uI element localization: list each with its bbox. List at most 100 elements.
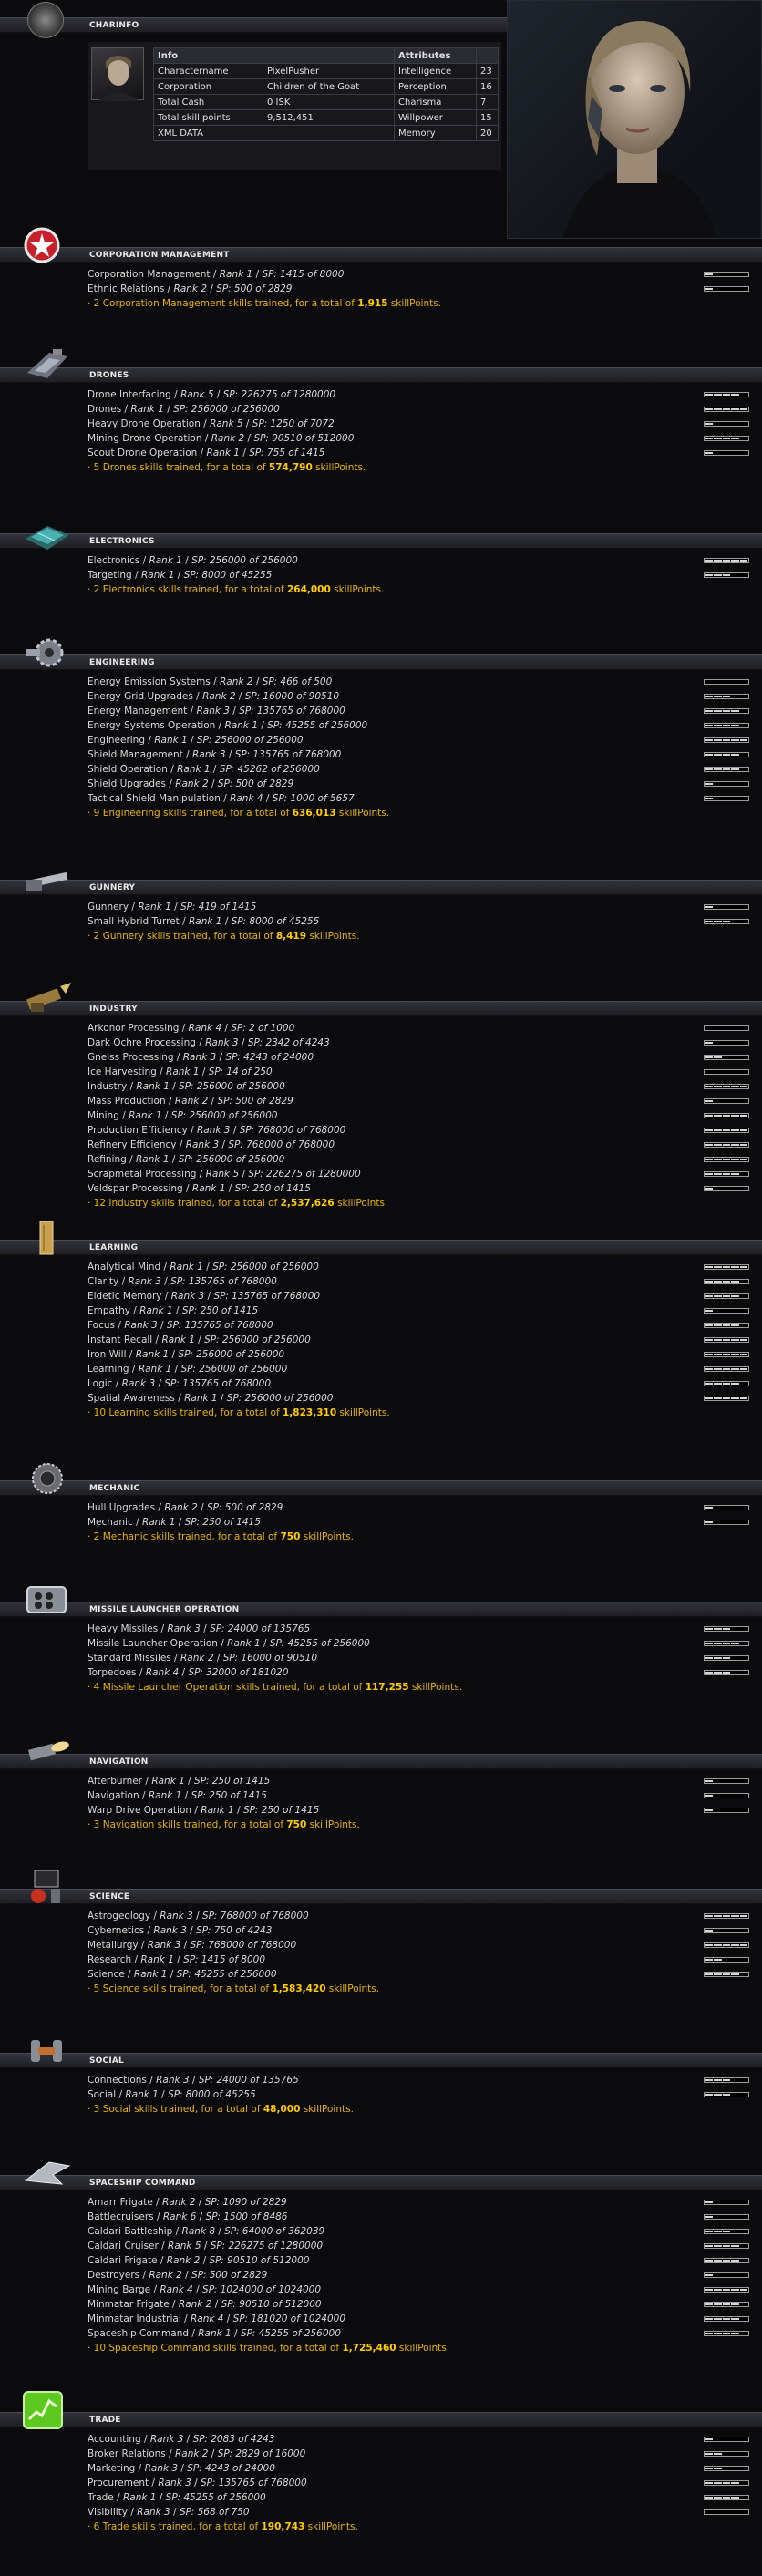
skill-points: SP: 45255 of 256000 xyxy=(165,2492,266,2503)
skill-rank: Rank 3 xyxy=(137,2507,170,2518)
summary-suffix: skillPoints. xyxy=(334,1198,388,1209)
skill-rank: Rank 1 xyxy=(224,720,259,731)
summary-total: 574,790 xyxy=(268,462,313,473)
skill-rank: Rank 4 xyxy=(145,1667,180,1678)
skill-rank: Rank 1 xyxy=(130,404,164,415)
xml-data-link[interactable]: XML DATA xyxy=(153,125,263,141)
skill-name: Amarr Frigate xyxy=(88,2197,153,2208)
skill-group-title: INDUSTRY xyxy=(89,1005,138,1014)
skill-name: Arkonor Processing xyxy=(88,1023,180,1034)
skill-row: Caldari Cruiser / Rank 5 / SP: 226275 of… xyxy=(88,2241,324,2251)
skill-name: Marketing xyxy=(88,2463,136,2474)
skill-group-header: GUNNERY xyxy=(0,880,762,895)
skill-points: SP: 90510 of 512000 xyxy=(209,2255,310,2266)
skill-rank: Rank 3 xyxy=(170,1291,205,1302)
gunnery-turret-icon xyxy=(22,858,73,903)
skill-row: Ethnic Relations / Rank 2 / SP: 500 of 2… xyxy=(88,283,293,294)
skill-rank: Rank 5 xyxy=(210,418,243,429)
skill-points: SP: 466 of 500 xyxy=(262,676,333,687)
skill-row: Broker Relations / Rank 2 / SP: 2829 of … xyxy=(88,2448,306,2459)
skill-rank: Rank 2 xyxy=(180,1653,214,1664)
skill-name: Broker Relations xyxy=(88,2448,166,2459)
skill-name: Iron Will xyxy=(88,1349,127,1360)
skill-rank: Rank 2 xyxy=(211,433,245,444)
skill-points: SP: 256000 of 256000 xyxy=(212,1262,319,1273)
skill-rank: Rank 1 xyxy=(136,1154,170,1165)
skill-name: Afterburner xyxy=(88,1776,143,1787)
skill-group-header: TRADE xyxy=(0,2412,762,2427)
summary-text: · 2 Electronics skills trained, for a to… xyxy=(88,584,287,595)
summary-text: · 3 Social skills trained, for a total o… xyxy=(88,2104,263,2115)
skill-rank: Rank 2 xyxy=(174,2448,209,2459)
skill-group-header: CORPORATION MANAGEMENT xyxy=(0,247,762,263)
skill-points: SP: 2083 of 4243 xyxy=(192,2434,275,2445)
skill-group-summary: · 3 Social skills trained, for a total o… xyxy=(88,2102,762,2117)
skill-name: Industry xyxy=(88,1081,128,1092)
skill-rank: Rank 1 xyxy=(189,916,222,927)
skill-rank: Rank 3 xyxy=(153,1925,187,1936)
skill-name: Electronics xyxy=(88,555,140,566)
attribute-label: Charisma xyxy=(394,94,477,110)
skill-name: Ice Harvesting xyxy=(88,1066,157,1077)
skill-name: Production Efficiency xyxy=(88,1125,188,1136)
skill-row: Refining / Rank 1 / SP: 256000 of 256000 xyxy=(88,1154,285,1165)
summary-total: 190,743 xyxy=(261,2521,305,2532)
skill-points: SP: 226275 of 1280000 xyxy=(222,389,336,400)
skill-row: Dark Ochre Processing / Rank 3 / SP: 234… xyxy=(88,1037,330,1048)
skill-points: SP: 16000 of 90510 xyxy=(244,691,340,702)
skill-name: Scout Drone Operation xyxy=(88,448,198,459)
summary-suffix: skillPoints. xyxy=(306,1819,360,1830)
skill-rank: Rank 3 xyxy=(149,2434,184,2445)
trade-chart-icon xyxy=(22,2390,73,2436)
skill-group-title: ENGINEERING xyxy=(89,658,155,667)
skill-row: Gunnery / Rank 1 / SP: 419 of 1415 xyxy=(88,902,257,912)
skill-row: Navigation / Rank 1 / SP: 250 of 1415 xyxy=(88,1790,267,1801)
skill-points: SP: 2829 of 16000 xyxy=(217,2448,306,2459)
skill-row: Analytical Mind / Rank 1 / SP: 256000 of… xyxy=(88,1262,319,1273)
skill-rank: Rank 2 xyxy=(166,2255,201,2266)
skill-name: Corporation Management xyxy=(88,269,211,280)
info-header: Info xyxy=(153,47,263,64)
skill-group-header: INDUSTRY xyxy=(0,1001,762,1016)
skill-rank: Rank 2 xyxy=(149,2270,182,2281)
skill-points: SP: 250 of 1415 xyxy=(184,1517,261,1528)
skill-points: SP: 768000 of 768000 xyxy=(201,1911,309,1922)
skill-row: Corporation Management / Rank 1 / SP: 14… xyxy=(88,269,345,280)
skill-points: SP: 1415 of 8000 xyxy=(183,1954,266,1965)
skill-row: Missile Launcher Operation / Rank 1 / SP… xyxy=(88,1638,370,1649)
summary-text: · 10 Spaceship Command skills trained, f… xyxy=(88,2343,343,2354)
skill-row: Heavy Missiles / Rank 3 / SP: 24000 of 1… xyxy=(88,1623,311,1634)
skill-group-header: MECHANIC xyxy=(0,1480,762,1496)
skill-row: Destroyers / Rank 2 / SP: 500 of 2829 xyxy=(88,2270,268,2281)
skill-group-title: MECHANIC xyxy=(89,1484,140,1493)
skill-name: Caldari Battleship xyxy=(88,2226,173,2237)
skill-name: Hull Upgrades xyxy=(88,1502,156,1513)
charinfo-emblem-icon xyxy=(27,2,64,38)
skill-row: Mass Production / Rank 2 / SP: 500 of 28… xyxy=(88,1096,293,1107)
skill-name: Mining xyxy=(88,1110,119,1121)
skill-name: Drone Interfacing xyxy=(88,389,171,400)
skill-rank: Rank 1 xyxy=(166,1066,200,1077)
skill-name: Visibility xyxy=(88,2507,129,2518)
skill-row: Shield Operation / Rank 1 / SP: 45262 of… xyxy=(88,764,320,775)
skill-row: Battlecruisers / Rank 6 / SP: 1500 of 84… xyxy=(88,2211,288,2222)
skill-name: Cybernetics xyxy=(88,1925,145,1936)
skill-row: Targeting / Rank 1 / SP: 8000 of 45255 xyxy=(88,570,273,581)
skill-group-title: LEARNING xyxy=(89,1243,139,1252)
skill-points: SP: 256000 of 256000 xyxy=(178,1349,285,1360)
summary-text: · 9 Engineering skills trained, for a to… xyxy=(88,808,293,819)
skill-group-title: TRADE xyxy=(89,2416,121,2425)
skill-name: Scrapmetal Processing xyxy=(88,1169,197,1180)
skill-rank: Rank 1 xyxy=(154,735,188,746)
skill-rank: Rank 1 xyxy=(170,1262,203,1273)
summary-total: 1,823,310 xyxy=(283,1407,337,1418)
skill-rank: Rank 1 xyxy=(139,1305,173,1316)
skill-points: SP: 768000 of 768000 xyxy=(239,1125,346,1136)
skill-points: SP: 45262 of 256000 xyxy=(219,764,320,775)
skill-rank: Rank 3 xyxy=(167,1623,201,1634)
skill-rank: Rank 2 xyxy=(173,283,208,294)
skill-name: Dark Ochre Processing xyxy=(88,1037,196,1048)
skill-rank: Rank 1 xyxy=(138,1364,172,1375)
skill-row: Visibility / Rank 3 / SP: 568 of 750 xyxy=(88,2507,250,2518)
skill-points: SP: 8000 of 45255 xyxy=(231,916,320,927)
